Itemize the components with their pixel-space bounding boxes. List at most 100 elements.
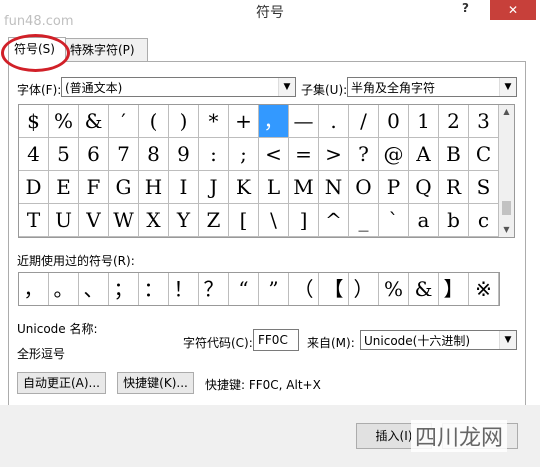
- symbol-cell[interactable]: =: [289, 138, 319, 171]
- symbol-cell[interactable]: &: [79, 105, 109, 138]
- scroll-down-icon[interactable]: ▼: [499, 223, 514, 237]
- symbol-cell[interactable]: P: [379, 171, 409, 204]
- unicode-name-label: Unicode 名称:: [17, 322, 98, 336]
- symbol-cell[interactable]: ^: [319, 204, 349, 237]
- symbol-cell[interactable]: Y: [169, 204, 199, 237]
- symbol-cell[interactable]: ;: [229, 138, 259, 171]
- recent-symbol-cell[interactable]: %: [379, 273, 409, 305]
- symbol-cell[interactable]: (: [139, 105, 169, 138]
- symbol-cell[interactable]: 9: [169, 138, 199, 171]
- shortcut-text: 快捷键: FF0C, Alt+X: [205, 378, 321, 392]
- symbol-cell[interactable]: 7: [109, 138, 139, 171]
- recent-symbol-cell[interactable]: 、: [79, 273, 109, 305]
- symbol-cell[interactable]: D: [19, 171, 49, 204]
- symbol-cell[interactable]: /: [349, 105, 379, 138]
- symbol-cell[interactable]: ′: [109, 105, 139, 138]
- symbol-cell[interactable]: *: [199, 105, 229, 138]
- symbol-cell[interactable]: ]: [289, 204, 319, 237]
- symbol-cell[interactable]: .: [319, 105, 349, 138]
- symbol-cell[interactable]: J: [199, 171, 229, 204]
- recent-symbol-cell[interactable]: “: [229, 273, 259, 305]
- symbol-cell[interactable]: 8: [139, 138, 169, 171]
- symbol-cell[interactable]: F: [79, 171, 109, 204]
- recent-symbol-cell[interactable]: &: [409, 273, 439, 305]
- symbol-cell[interactable]: G: [109, 171, 139, 204]
- font-select[interactable]: (普通文本) ▼: [61, 77, 296, 97]
- symbol-cell[interactable]: [: [229, 204, 259, 237]
- symbol-cell[interactable]: ?: [349, 138, 379, 171]
- recent-symbol-cell[interactable]: ！: [169, 273, 199, 305]
- symbol-cell[interactable]: \: [259, 204, 289, 237]
- recent-symbol-cell[interactable]: ”: [259, 273, 289, 305]
- symbol-cell[interactable]: @: [379, 138, 409, 171]
- symbol-cell[interactable]: c: [469, 204, 499, 237]
- symbol-cell[interactable]: K: [229, 171, 259, 204]
- recent-symbol-cell[interactable]: 【: [319, 273, 349, 305]
- symbol-cell[interactable]: B: [439, 138, 469, 171]
- grid-scrollbar[interactable]: ▲ ▼: [499, 104, 515, 238]
- symbol-cell[interactable]: >: [319, 138, 349, 171]
- symbol-cell[interactable]: X: [139, 204, 169, 237]
- chevron-down-icon[interactable]: ▼: [499, 78, 516, 96]
- symbol-cell[interactable]: 1: [409, 105, 439, 138]
- symbol-cell[interactable]: 6: [79, 138, 109, 171]
- symbol-cell[interactable]: N: [319, 171, 349, 204]
- recent-symbol-cell[interactable]: ；: [109, 273, 139, 305]
- symbol-cell[interactable]: $: [19, 105, 49, 138]
- symbol-cell[interactable]: ): [169, 105, 199, 138]
- symbol-cell[interactable]: `: [379, 204, 409, 237]
- symbol-cell[interactable]: V: [79, 204, 109, 237]
- symbol-cell[interactable]: H: [139, 171, 169, 204]
- symbol-cell[interactable]: U: [49, 204, 79, 237]
- help-icon[interactable]: ?: [462, 1, 476, 15]
- symbol-cell[interactable]: Z: [199, 204, 229, 237]
- symbol-cell[interactable]: b: [439, 204, 469, 237]
- symbol-cell[interactable]: O: [349, 171, 379, 204]
- symbol-cell[interactable]: 3: [469, 105, 499, 138]
- subset-select[interactable]: 半角及全角字符 ▼: [347, 77, 517, 97]
- recent-symbol-cell[interactable]: ※: [469, 273, 499, 305]
- symbol-cell[interactable]: 5: [49, 138, 79, 171]
- subset-value: 半角及全角字符: [351, 81, 436, 95]
- recent-symbol-cell[interactable]: ，: [19, 273, 49, 305]
- close-button[interactable]: ✕: [490, 0, 536, 20]
- tab-special-characters[interactable]: 特殊字符(P): [64, 38, 148, 61]
- chevron-down-icon[interactable]: ▼: [499, 331, 516, 349]
- recent-symbol-cell[interactable]: ）: [349, 273, 379, 305]
- symbol-cell[interactable]: ，: [259, 105, 289, 138]
- recent-symbol-cell[interactable]: 。: [49, 273, 79, 305]
- symbol-cell[interactable]: A: [409, 138, 439, 171]
- symbol-cell[interactable]: 2: [439, 105, 469, 138]
- scroll-thumb[interactable]: [502, 201, 511, 215]
- symbol-cell[interactable]: L: [259, 171, 289, 204]
- symbol-cell[interactable]: Q: [409, 171, 439, 204]
- chevron-down-icon[interactable]: ▼: [278, 78, 295, 96]
- symbol-cell[interactable]: E: [49, 171, 79, 204]
- char-code-input[interactable]: FF0C: [253, 329, 299, 351]
- from-select[interactable]: Unicode(十六进制) ▼: [360, 330, 517, 350]
- symbol-cell[interactable]: C: [469, 138, 499, 171]
- symbol-cell[interactable]: :: [199, 138, 229, 171]
- symbol-cell[interactable]: T: [19, 204, 49, 237]
- shortcut-key-button[interactable]: 快捷键(K)...: [117, 372, 194, 394]
- symbol-cell[interactable]: <: [259, 138, 289, 171]
- symbol-cell[interactable]: 4: [19, 138, 49, 171]
- symbol-cell[interactable]: W: [109, 204, 139, 237]
- recent-symbol-cell[interactable]: ：: [139, 273, 169, 305]
- symbol-cell[interactable]: R: [439, 171, 469, 204]
- symbol-cell[interactable]: _: [349, 204, 379, 237]
- symbol-cell[interactable]: —: [289, 105, 319, 138]
- symbol-cell[interactable]: a: [409, 204, 439, 237]
- recent-symbol-cell[interactable]: ？: [199, 273, 229, 305]
- autocorrect-button[interactable]: 自动更正(A)...: [17, 372, 106, 394]
- recent-label: 近期使用过的符号(R):: [17, 254, 135, 268]
- symbol-cell[interactable]: +: [229, 105, 259, 138]
- symbol-cell[interactable]: S: [469, 171, 499, 204]
- scroll-up-icon[interactable]: ▲: [499, 105, 514, 119]
- recent-symbol-cell[interactable]: 】: [439, 273, 469, 305]
- symbol-cell[interactable]: 0: [379, 105, 409, 138]
- symbol-cell[interactable]: %: [49, 105, 79, 138]
- recent-symbol-cell[interactable]: （: [289, 273, 319, 305]
- symbol-cell[interactable]: I: [169, 171, 199, 204]
- symbol-cell[interactable]: M: [289, 171, 319, 204]
